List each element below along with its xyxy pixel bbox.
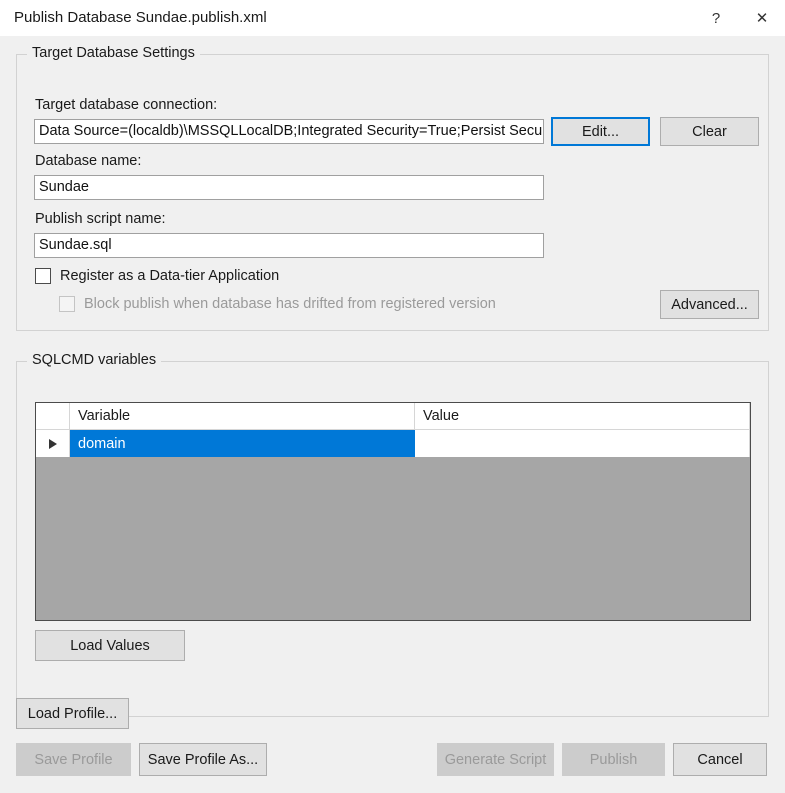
- grid-header-row: Variable Value: [36, 403, 750, 430]
- publish-script-name-label: Publish script name:: [35, 211, 166, 227]
- cancel-button[interactable]: Cancel: [673, 743, 767, 776]
- grid-header-selector: [36, 403, 70, 429]
- load-profile-button[interactable]: Load Profile...: [16, 698, 129, 729]
- dialog-body: Target Database Settings Target database…: [0, 36, 785, 793]
- row-value-cell[interactable]: [415, 430, 750, 457]
- table-row[interactable]: domain: [36, 430, 750, 457]
- grid-header-value[interactable]: Value: [415, 403, 750, 429]
- load-values-button[interactable]: Load Values: [35, 630, 185, 661]
- save-profile-as-button[interactable]: Save Profile As...: [139, 743, 267, 776]
- target-database-connection-label: Target database connection:: [35, 97, 218, 113]
- sqlcmd-variables-grid[interactable]: Variable Value domain: [35, 402, 751, 621]
- register-data-tier-application-label: Register as a Data-tier Application: [60, 268, 280, 284]
- grid-header-variable[interactable]: Variable: [70, 403, 415, 429]
- publish-script-name-input[interactable]: Sundae.sql: [34, 233, 544, 258]
- target-database-connection-input[interactable]: Data Source=(localdb)\MSSQLLocalDB;Integ…: [34, 119, 544, 144]
- help-icon[interactable]: ?: [693, 0, 739, 36]
- row-variable-cell[interactable]: domain: [70, 430, 415, 457]
- checkbox-box-block-publish: [59, 296, 75, 312]
- row-selector-arrow-icon: [48, 438, 57, 449]
- block-publish-on-drift-label: Block publish when database has drifted …: [84, 296, 496, 312]
- database-name-label: Database name:: [35, 153, 142, 169]
- advanced-button[interactable]: Advanced...: [660, 290, 759, 319]
- clear-connection-button[interactable]: Clear: [660, 117, 759, 146]
- close-icon[interactable]: ✕: [739, 0, 785, 36]
- title-bar: Publish Database Sundae.publish.xml ? ✕: [0, 0, 785, 36]
- edit-connection-button[interactable]: Edit...: [551, 117, 650, 146]
- checkbox-box-register-dac[interactable]: [35, 268, 51, 284]
- generate-script-button: Generate Script: [437, 743, 554, 776]
- row-selector-cell[interactable]: [36, 430, 70, 457]
- sqlcmd-variables-legend: SQLCMD variables: [27, 352, 162, 368]
- database-name-input[interactable]: Sundae: [34, 175, 544, 200]
- publish-button: Publish: [562, 743, 665, 776]
- register-data-tier-application-checkbox[interactable]: Register as a Data-tier Application: [35, 268, 279, 284]
- window-title: Publish Database Sundae.publish.xml: [14, 9, 267, 26]
- grid-empty-area: [36, 457, 750, 620]
- target-database-settings-legend: Target Database Settings: [27, 45, 200, 61]
- block-publish-on-drift-checkbox: Block publish when database has drifted …: [59, 296, 496, 312]
- save-profile-button: Save Profile: [16, 743, 131, 776]
- title-bar-buttons: ? ✕: [693, 0, 785, 36]
